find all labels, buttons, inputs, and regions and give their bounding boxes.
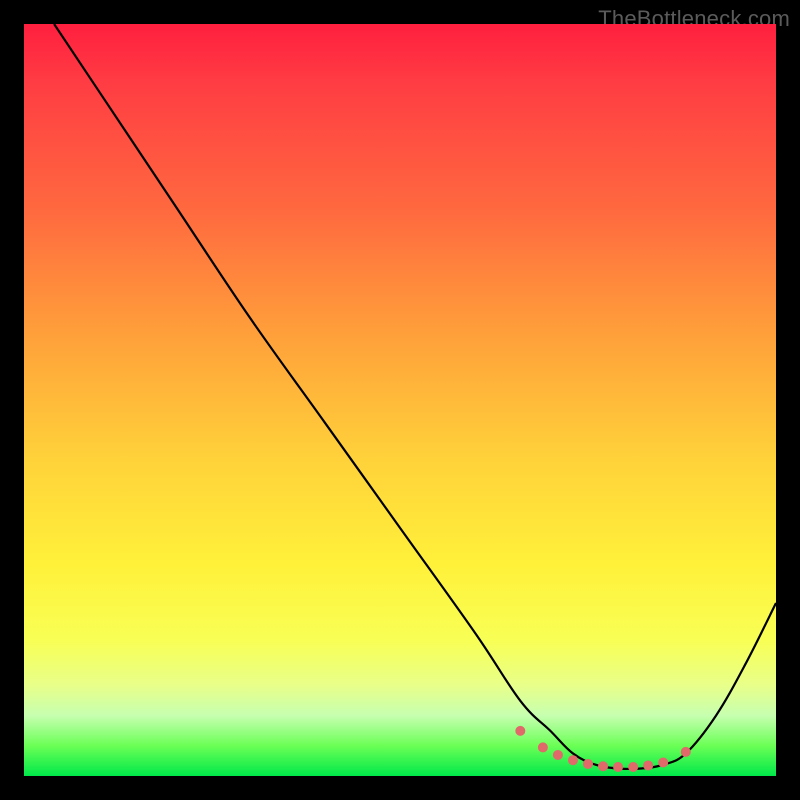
marker-group [515,726,690,772]
marker-dot [628,762,638,772]
marker-dot [568,755,578,765]
marker-dot [643,760,653,770]
marker-dot [538,742,548,752]
chart-frame: TheBottleneck.com [0,0,800,800]
marker-dot [553,750,563,760]
marker-dot [658,757,668,767]
curve-layer [24,24,776,776]
marker-dot [613,762,623,772]
marker-dot [515,726,525,736]
plot-area [24,24,776,776]
marker-dot [598,761,608,771]
bottleneck-curve [54,24,776,769]
marker-dot [681,747,691,757]
marker-dot [583,759,593,769]
